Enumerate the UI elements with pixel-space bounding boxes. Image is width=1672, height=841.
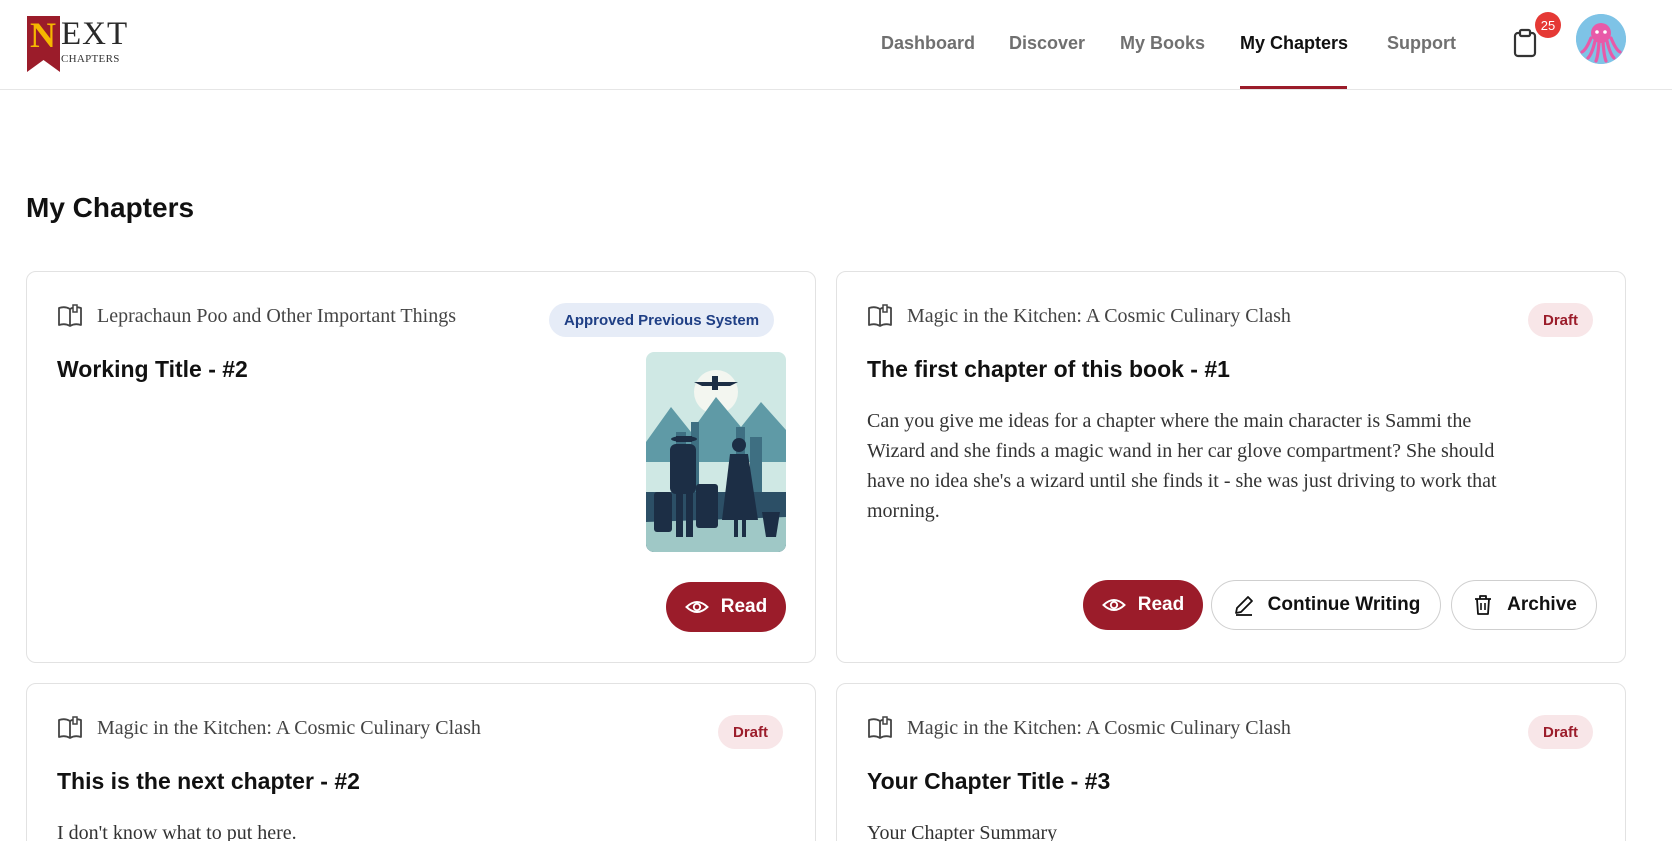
trash-icon xyxy=(1475,595,1492,615)
nav-my-books[interactable]: My Books xyxy=(1120,33,1205,54)
status-badge: Draft xyxy=(1528,303,1594,337)
book-info: Magic in the Kitchen: A Cosmic Culinary … xyxy=(867,716,1291,740)
logo-text: EXT xyxy=(61,16,129,52)
nav-discover[interactable]: Discover xyxy=(1009,33,1085,54)
book-info: Magic in the Kitchen: A Cosmic Culinary … xyxy=(867,304,1291,328)
archive-button[interactable]: Archive xyxy=(1451,580,1597,630)
book-icon xyxy=(58,716,82,739)
chapter-title: Your Chapter Title - #3 xyxy=(867,768,1111,794)
chapter-summary: Your Chapter Summary xyxy=(867,822,1058,841)
status-badge: Approved Previous System xyxy=(549,303,775,337)
continue-writing-button[interactable]: Continue Writing xyxy=(1211,580,1441,630)
status-badge: Draft xyxy=(1528,715,1594,749)
book-icon xyxy=(868,304,892,327)
chapter-summary: Can you give me ideas for a chapter wher… xyxy=(867,410,1497,522)
travel-cover-illustration xyxy=(646,352,786,552)
page-title: My Chapters xyxy=(26,192,195,223)
active-nav-indicator xyxy=(1240,86,1347,89)
nav-my-chapters[interactable]: My Chapters xyxy=(1240,33,1348,54)
nav-support[interactable]: Support xyxy=(1387,33,1456,54)
archive-label: Archive xyxy=(1507,594,1577,615)
read-button[interactable]: Read xyxy=(1083,580,1203,630)
book-title[interactable]: Magic in the Kitchen: A Cosmic Culinary … xyxy=(97,717,481,740)
continue-writing-label: Continue Writing xyxy=(1267,594,1421,615)
read-button-label: Read xyxy=(720,596,768,617)
top-navbar: N EXT CHAPTERS Dashboard Discover My Boo… xyxy=(0,0,1672,90)
octopus-avatar-icon xyxy=(1576,14,1626,64)
status-badge: Draft xyxy=(718,715,784,749)
read-button-label: Read xyxy=(1137,594,1185,615)
book-icon xyxy=(58,304,82,327)
book-icon xyxy=(868,716,892,739)
eye-icon xyxy=(1101,599,1126,611)
pencil-icon xyxy=(1234,596,1253,616)
logo-subtext: CHAPTERS xyxy=(61,53,120,65)
book-info: Leprachaun Poo and Other Important Thing… xyxy=(57,304,456,328)
nav-dashboard[interactable]: Dashboard xyxy=(881,33,975,54)
user-avatar[interactable] xyxy=(1576,14,1626,64)
book-info: Magic in the Kitchen: A Cosmic Culinary … xyxy=(57,716,481,740)
read-button[interactable]: Read xyxy=(666,582,786,632)
chapter-title: This is the next chapter - #2 xyxy=(57,768,360,794)
chapter-card: Magic in the Kitchen: A Cosmic Culinary … xyxy=(26,683,816,841)
next-chapters-logo[interactable]: N EXT CHAPTERS xyxy=(27,15,131,72)
eye-icon xyxy=(684,601,709,613)
book-title[interactable]: Leprachaun Poo and Other Important Thing… xyxy=(97,305,456,328)
book-title[interactable]: Magic in the Kitchen: A Cosmic Culinary … xyxy=(907,305,1291,328)
logo-letter: N xyxy=(30,15,56,55)
chapter-title: The first chapter of this book - #1 xyxy=(867,356,1230,382)
book-cover-image xyxy=(646,352,786,552)
notification-count-badge: 25 xyxy=(1535,12,1561,38)
book-title[interactable]: Magic in the Kitchen: A Cosmic Culinary … xyxy=(907,717,1291,740)
chapter-card: Leprachaun Poo and Other Important Thing… xyxy=(26,271,816,663)
chapter-card: Magic in the Kitchen: A Cosmic Culinary … xyxy=(836,271,1626,663)
chapter-summary: I don't know what to put here. xyxy=(57,822,297,841)
chapter-card: Magic in the Kitchen: A Cosmic Culinary … xyxy=(836,683,1626,841)
chapter-title: Working Title - #2 xyxy=(57,356,248,382)
clipboard-icon[interactable] xyxy=(1512,28,1538,58)
